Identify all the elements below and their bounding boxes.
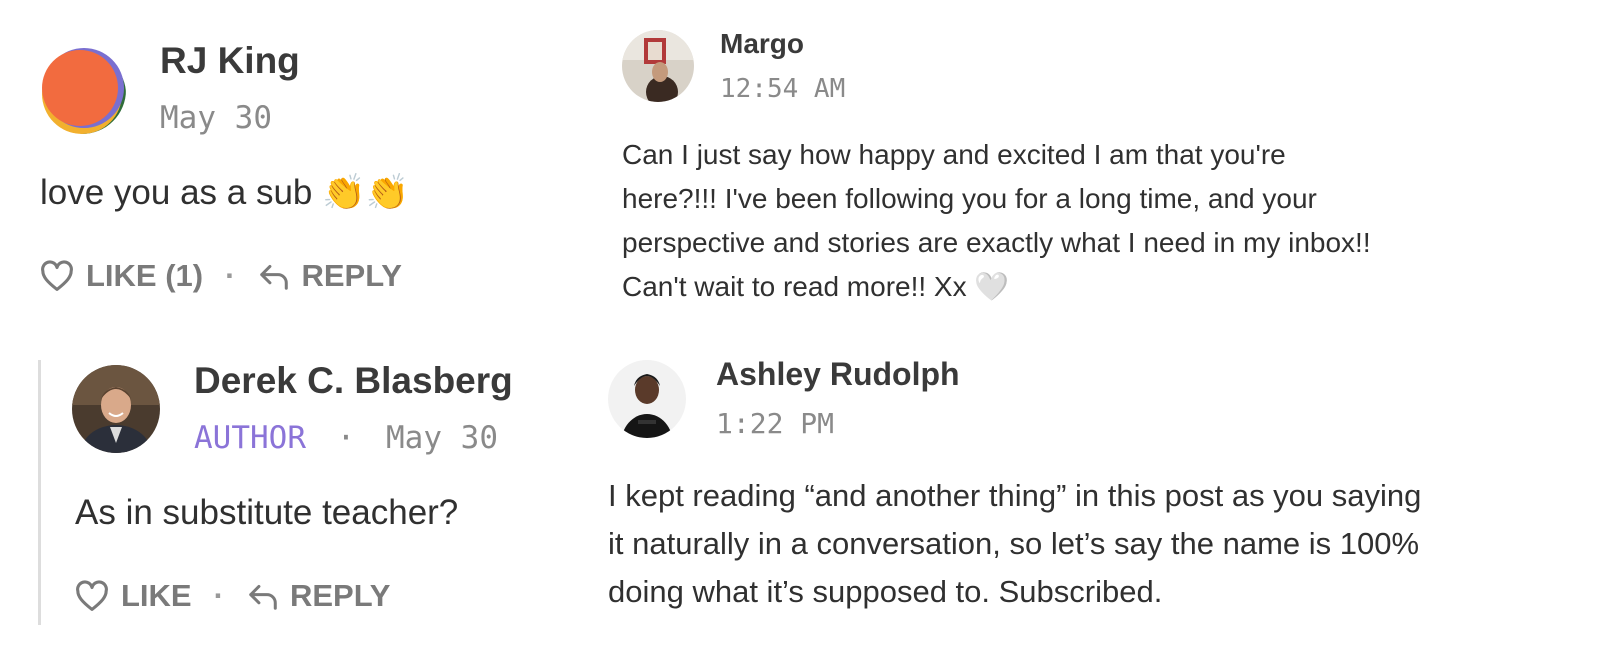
comment-text-line: Can't wait to read more!! Xx 🤍	[622, 271, 1010, 302]
comment-meta: AUTHOR · May 30	[194, 420, 498, 456]
comment-time[interactable]: 12:54 AM	[720, 74, 845, 104]
comment-actions: LIKE · REPLY	[75, 578, 390, 614]
reply-label: REPLY	[301, 258, 402, 293]
author-badge: AUTHOR	[194, 420, 306, 456]
comment-margo: Margo 12:54 AM Can I just say how happy …	[600, 0, 1600, 330]
heart-outline-icon	[40, 260, 74, 292]
comment-text-line: doing what it’s supposed to. Subscribed.	[608, 574, 1163, 609]
reply-button[interactable]: REPLY	[257, 258, 402, 294]
comment-date[interactable]: May 30	[386, 420, 498, 456]
reply-label: REPLY	[289, 578, 391, 613]
comment-text: As in substitute teacher?	[75, 493, 459, 532]
reply-arrow-icon	[257, 261, 291, 291]
comment-time[interactable]: 1:22 PM	[716, 407, 834, 440]
avatar[interactable]	[622, 30, 694, 102]
commenter-name[interactable]: Margo	[720, 28, 804, 60]
reply-arrow-icon	[246, 581, 280, 611]
commenter-name[interactable]: Ashley Rudolph	[716, 356, 960, 393]
comment-text-line: Can I just say how happy and excited I a…	[622, 139, 1286, 170]
heart-outline-icon	[75, 580, 109, 612]
comment-actions: LIKE (1) · REPLY	[40, 258, 402, 294]
comment-text: I kept reading “and another thing” in th…	[608, 472, 1593, 616]
comment-derek-blasberg: Derek C. Blasberg AUTHOR · May 30 As in …	[0, 340, 600, 669]
commenter-name[interactable]: Derek C. Blasberg	[194, 360, 513, 402]
comment-date[interactable]: May 30	[160, 100, 272, 136]
comment-text-line: here?!!! I've been following you for a l…	[622, 183, 1317, 214]
separator-dot: ·	[225, 258, 236, 293]
comment-text: Can I just say how happy and excited I a…	[622, 133, 1582, 309]
separator-dot: ·	[213, 578, 224, 613]
like-label: LIKE (1)	[86, 258, 204, 293]
reply-button[interactable]: REPLY	[246, 578, 391, 614]
comment-text-line: perspective and stories are exactly what…	[622, 227, 1371, 258]
avatar[interactable]	[38, 46, 126, 134]
comment-ashley-rudolph: Ashley Rudolph 1:22 PM I kept reading “a…	[600, 340, 1600, 669]
separator-dot: ·	[336, 420, 356, 456]
comment-text-line: I kept reading “and another thing” in th…	[608, 478, 1422, 513]
comment-text: love you as a sub 👏👏	[40, 173, 410, 212]
like-button[interactable]: LIKE	[75, 578, 192, 614]
like-button[interactable]: LIKE (1)	[40, 258, 203, 294]
avatar[interactable]	[72, 365, 160, 453]
comment-text-line: it naturally in a conversation, so let’s…	[608, 526, 1420, 561]
like-label: LIKE	[121, 578, 192, 613]
thread-line	[38, 360, 41, 625]
commenter-name[interactable]: RJ King	[160, 40, 300, 82]
avatar[interactable]	[608, 360, 686, 438]
comment-rj-king: RJ King May 30 love you as a sub 👏👏 LIKE…	[0, 0, 600, 330]
